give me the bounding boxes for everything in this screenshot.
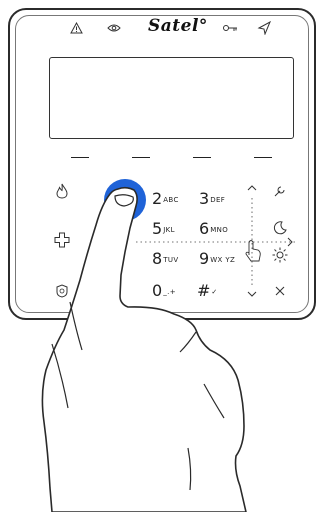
- hand-illustration: [41, 186, 247, 512]
